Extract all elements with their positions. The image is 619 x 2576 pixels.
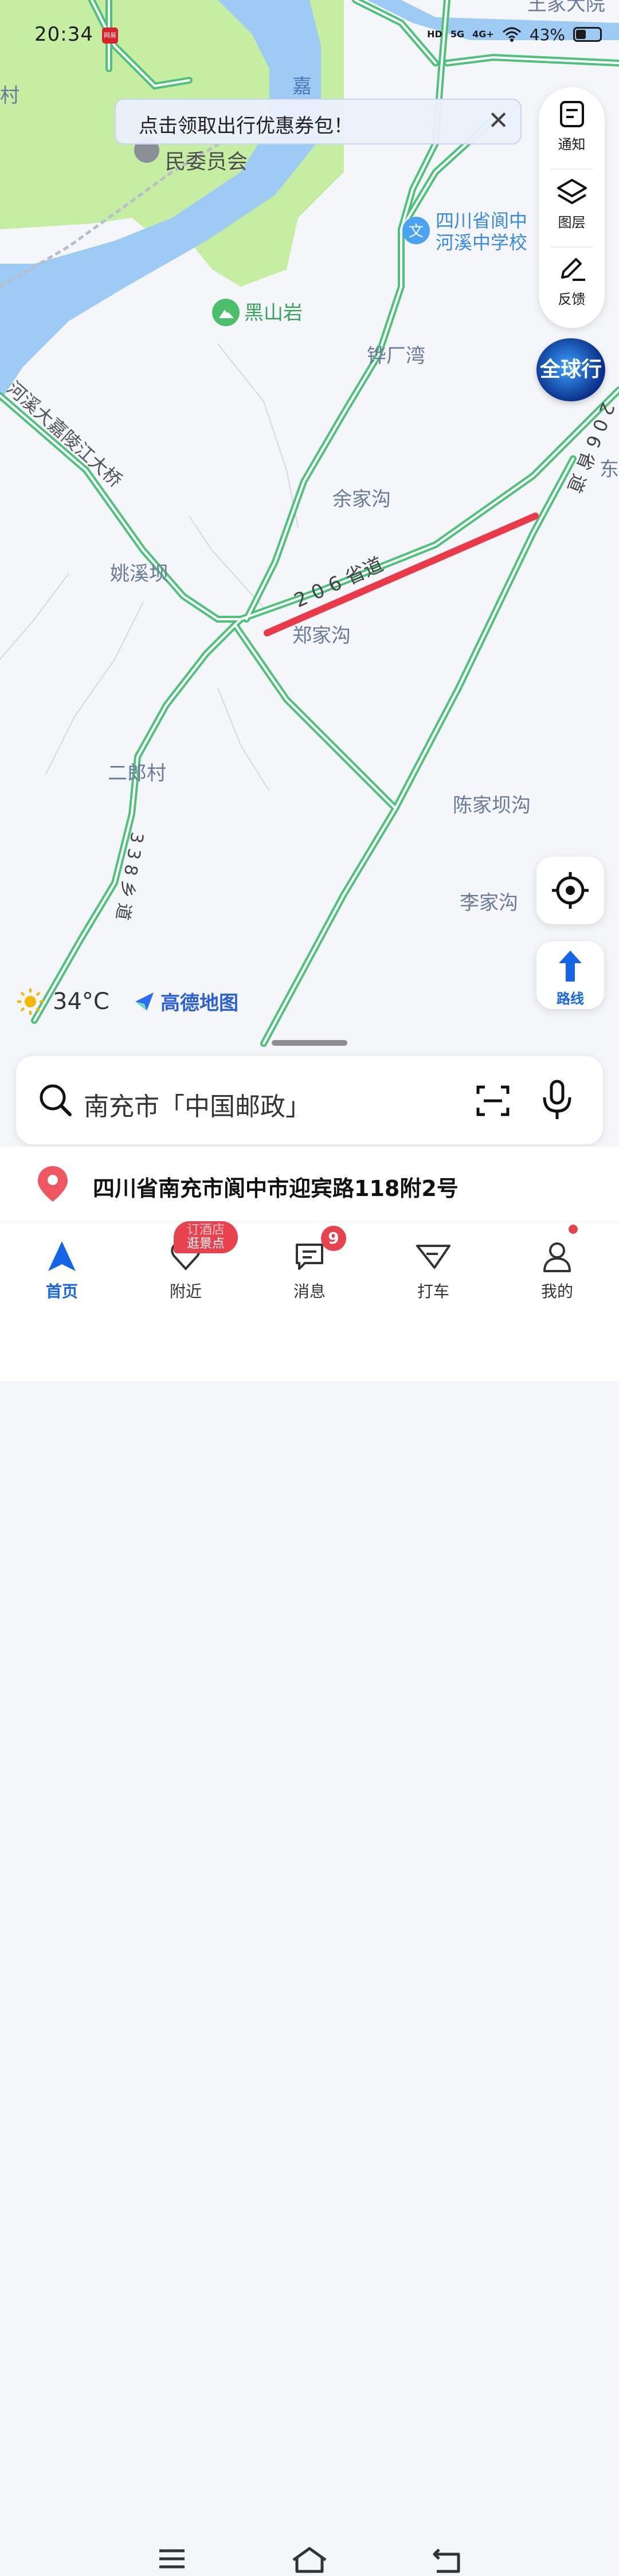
bottom-nav: 首页 附近 消息 打车 我的 [0, 1221, 619, 2573]
sun-icon [17, 988, 44, 1015]
nav-mine-label: 我的 [540, 1282, 573, 1301]
divider [550, 247, 593, 248]
nav-taxi[interactable]: 打车 [387, 1239, 479, 1302]
layers-label: 图层 [558, 214, 586, 230]
global-travel-button[interactable]: 全球行 [536, 338, 605, 401]
drag-handle[interactable] [272, 1040, 347, 1046]
route-label: 路线 [557, 991, 584, 1007]
map-label-yujiagou: 余家沟 [332, 488, 391, 511]
signal-5g-icon: 5G [450, 29, 465, 40]
current-address: 四川省南充市阆中市迎宾路118附2号 [93, 1176, 459, 1201]
nav-messages[interactable]: 消息 [264, 1239, 355, 1302]
map-label-yaoxiba: 姚溪坝 [110, 562, 169, 585]
edit-pencil-icon [561, 258, 585, 281]
layers-icon [557, 179, 587, 204]
map-label-cun: 村 [0, 84, 19, 107]
amap-logo-icon [135, 992, 154, 1011]
route-arrow-icon [559, 951, 582, 982]
user-icon [543, 1242, 571, 1272]
notify-label: 通知 [558, 136, 586, 153]
feedback-button[interactable]: 反馈 [539, 255, 605, 308]
microphone-icon[interactable] [539, 1079, 575, 1121]
locate-button[interactable] [536, 857, 604, 924]
menu-icon[interactable] [156, 2546, 188, 2574]
wifi-icon [502, 27, 521, 42]
map-label-committee: 民委员会 [165, 150, 248, 174]
status-indicators: HD 5G 4G+ 43% [427, 23, 602, 46]
map-label-dong: 东 [600, 458, 619, 481]
divider [550, 169, 593, 170]
close-icon[interactable]: ✕ [488, 107, 509, 135]
nearby-promo-bubble[interactable]: 订酒店 逛景点 [174, 1221, 238, 1253]
bubble-line2: 逛景点 [186, 1237, 225, 1251]
battery-percent: 43% [529, 25, 565, 44]
nav-taxi-label: 打车 [417, 1282, 449, 1301]
search-bar[interactable]: 南充市「中国邮政」 [16, 1056, 603, 1144]
current-address-row[interactable]: 四川省南充市阆中市迎宾路118附2号 [0, 1147, 619, 1221]
promo-banner[interactable]: 点击领取出行优惠券包！ ✕ [115, 99, 522, 144]
status-time: 20:34 [34, 23, 93, 46]
signal-4g-icon: 4G+ [472, 29, 494, 40]
scan-icon[interactable] [475, 1082, 511, 1119]
bubble-line1: 订酒店 [186, 1223, 225, 1237]
map-toolbar: 通知 图层 反馈 [539, 87, 605, 328]
battery-fill [576, 30, 586, 39]
svg-text:文: 文 [409, 223, 424, 240]
promo-text[interactable]: 点击领取出行优惠券包！ [139, 110, 353, 138]
map-label-heishan: 黑山岩 [244, 302, 303, 325]
message-icon [296, 1244, 323, 1270]
home-icon[interactable] [291, 2546, 328, 2576]
home-arrow-icon [48, 1241, 76, 1271]
temperature: 34°C [53, 988, 109, 1015]
location-pin-icon [38, 1166, 68, 1202]
messages-badge: 9 [321, 1226, 346, 1251]
nav-messages-label: 消息 [293, 1282, 326, 1301]
route-button[interactable]: 路线 [536, 941, 604, 1009]
map-label-jia: 嘉 [292, 75, 312, 98]
map-label-school-1: 四川省阆中 [436, 210, 527, 232]
feedback-label: 反馈 [558, 291, 586, 307]
taxi-icon [416, 1245, 450, 1269]
map-label-chanwan: 铧厂湾 [367, 345, 425, 368]
search-icon [40, 1084, 72, 1116]
notification-doc-icon [559, 101, 584, 127]
crosshair-icon [552, 872, 589, 909]
search-input[interactable]: 南充市「中国邮政」 [84, 1086, 311, 1123]
map-label-school-2: 河溪中学校 [436, 232, 527, 253]
nav-nearby-label: 附近 [169, 1282, 202, 1301]
brand-name: 高德地图 [160, 992, 238, 1015]
app-notification-icon: 网易 [102, 28, 118, 44]
map-label-erlang: 二郎村 [108, 762, 166, 785]
map-label-chenjia: 陈家坝沟 [453, 794, 531, 817]
nav-mine[interactable]: 我的 [511, 1239, 603, 1302]
hd-icon: HD [427, 29, 442, 40]
brand-logo: 高德地图 [133, 987, 238, 1015]
battery-icon [573, 27, 602, 42]
map-label-top-right: 王家大院 [527, 0, 605, 15]
back-icon[interactable] [431, 2546, 463, 2576]
nav-home-label: 首页 [45, 1282, 78, 1301]
mine-notification-dot [569, 1225, 578, 1234]
notify-button[interactable]: 通知 [539, 100, 605, 153]
map-label-lijia: 李家沟 [460, 892, 518, 914]
layers-button[interactable]: 图层 [539, 178, 605, 231]
map-label-zhengjiagou: 郑家沟 [292, 624, 351, 647]
nav-home[interactable]: 首页 [16, 1239, 108, 1302]
weather[interactable]: 34°C [16, 987, 109, 1016]
